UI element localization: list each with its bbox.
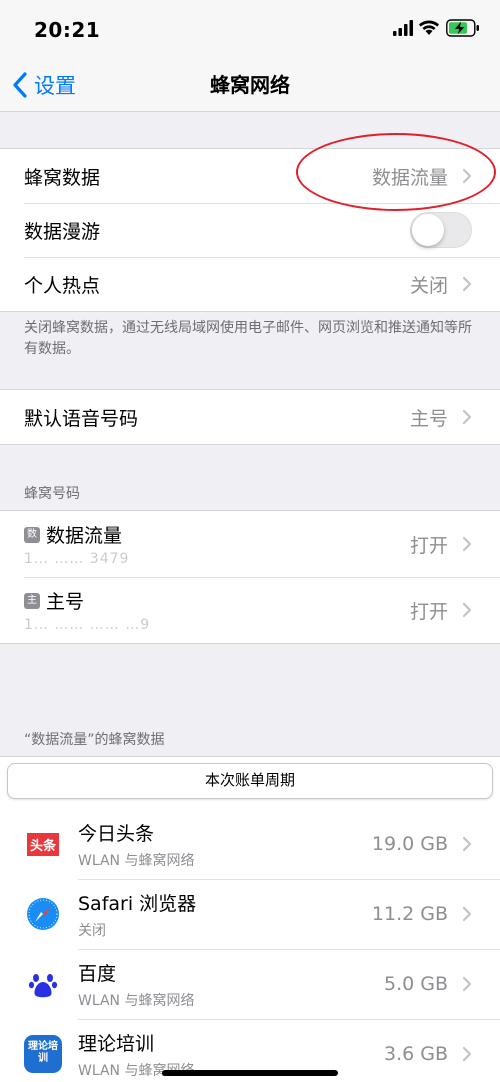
cellular-data-value: 数据流量 [371, 166, 448, 189]
personal-hotspot-row[interactable]: 个人热点 关闭 [0, 257, 500, 311]
cellular-data-row[interactable]: 蜂窝数据 数据流量 [0, 149, 500, 203]
chevron-right-icon [462, 906, 472, 922]
data-roaming-toggle[interactable] [410, 212, 472, 248]
plan-info: 数 数据流量 1… …… 3479 [24, 521, 410, 567]
baidu-icon [24, 965, 62, 1003]
plan-number: 1… …… 3479 [24, 551, 130, 567]
app-name: 百度 [78, 962, 117, 985]
chevron-right-icon [462, 976, 472, 992]
chevron-right-icon [462, 602, 472, 618]
sim-badge-icon: 数 [24, 526, 40, 543]
app-usage-group: 头条 今日头条 WLAN 与蜂窝网络 19.0 GB Safari 浏览器 关闭… [0, 756, 500, 1082]
app-name: 理论培训 [78, 1032, 155, 1055]
plan-row-data[interactable]: 数 数据流量 1… …… 3479 打开 [0, 511, 500, 577]
app-name: Safari 浏览器 [78, 892, 197, 915]
app-network: 关闭 [78, 922, 106, 939]
usage-header: “数据流量”的蜂窝数据 [24, 732, 165, 748]
data-roaming-row: 数据漫游 [0, 203, 500, 257]
app-row[interactable]: 头条 今日头条 WLAN 与蜂窝网络 19.0 GB [0, 809, 500, 879]
plan-number: 1… …… …… …9 [24, 617, 151, 633]
app-name: 今日头条 [78, 822, 155, 845]
chevron-right-icon [462, 409, 472, 425]
plan-name: 数据流量 [46, 525, 123, 547]
billing-period-button[interactable]: 本次账单周期 [7, 763, 493, 799]
battery-charging-icon [446, 19, 479, 37]
app-network: WLAN 与蜂窝网络 [78, 992, 195, 1009]
cellular-plans-header: 蜂窝号码 [24, 486, 80, 502]
cellular-plans-group: 数 数据流量 1… …… 3479 打开 主 主号 1… …… …… …9 打开 [0, 510, 500, 644]
status-bar: 20:21 [0, 0, 500, 58]
app-data-size: 11.2 GB [371, 903, 448, 925]
toggle-knob [412, 214, 444, 246]
navigation-bar: 设置 蜂窝网络 [0, 58, 500, 112]
toutiao-icon: 头条 [24, 825, 62, 863]
default-voice-value: 主号 [409, 407, 448, 430]
personal-hotspot-label: 个人热点 [24, 274, 101, 297]
safari-icon [24, 895, 62, 933]
wifi-icon [419, 20, 439, 35]
cellular-signal-icon [393, 20, 413, 36]
cellular-data-label: 蜂窝数据 [24, 166, 101, 189]
chevron-right-icon [462, 276, 472, 292]
app-row[interactable]: Safari 浏览器 关闭 11.2 GB [0, 879, 500, 949]
chevron-right-icon [462, 1046, 472, 1062]
chevron-right-icon [462, 836, 472, 852]
page-title: 蜂窝网络 [210, 73, 290, 97]
app-text: Safari 浏览器 关闭 [78, 889, 372, 940]
data-roaming-label: 数据漫游 [24, 220, 101, 243]
app-row[interactable]: 百度 WLAN 与蜂窝网络 5.0 GB [0, 949, 500, 1019]
app-text: 百度 WLAN 与蜂窝网络 [78, 959, 384, 1010]
plan-info: 主 主号 1… …… …… …9 [24, 587, 410, 633]
app-data-size: 3.6 GB [383, 1043, 448, 1065]
plan-name: 主号 [46, 591, 85, 613]
plan-status: 打开 [409, 600, 448, 623]
app-text: 今日头条 WLAN 与蜂窝网络 [78, 819, 372, 870]
plan-row-primary[interactable]: 主 主号 1… …… …… …9 打开 [0, 577, 500, 643]
chevron-right-icon [462, 536, 472, 552]
app-data-size: 19.0 GB [371, 833, 448, 855]
default-voice-group: 默认语音号码 主号 [0, 389, 500, 445]
sim-badge-icon: 主 [24, 592, 40, 609]
status-time: 20:21 [34, 18, 101, 42]
home-indicator[interactable] [162, 1070, 338, 1076]
cellular-data-footnote: 关闭蜂窝数据，通过无线局域网使用电子邮件、网页浏览和推送通知等所有数据。 [24, 320, 472, 357]
personal-hotspot-value: 关闭 [409, 274, 448, 297]
default-voice-label: 默认语音号码 [24, 407, 139, 430]
chevron-right-icon [462, 168, 472, 184]
app-network: WLAN 与蜂窝网络 [78, 852, 195, 869]
app-data-size: 5.0 GB [383, 973, 448, 995]
default-voice-row[interactable]: 默认语音号码 主号 [0, 390, 500, 444]
plan-status: 打开 [409, 534, 448, 557]
cellular-settings-group: 蜂窝数据 数据流量 数据漫游 个人热点 关闭 [0, 148, 500, 312]
theory-training-icon: 理论培训 [24, 1035, 62, 1073]
